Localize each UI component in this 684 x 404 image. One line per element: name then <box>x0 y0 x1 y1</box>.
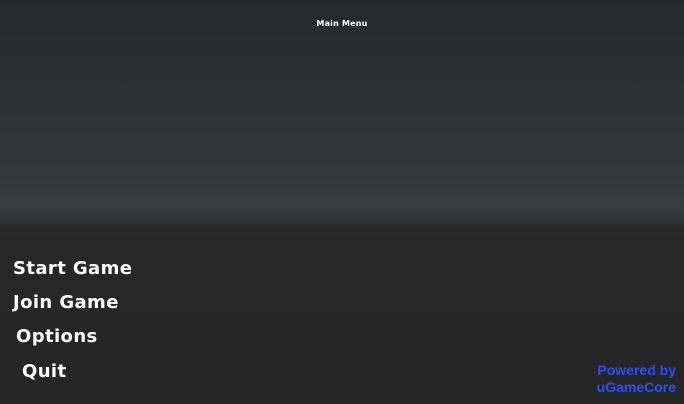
page-title: Main Menu <box>316 19 368 28</box>
join-game-button[interactable]: Join Game <box>13 292 119 313</box>
options-button[interactable]: Options <box>16 326 98 347</box>
credit-line-2: uGameCore <box>596 379 676 395</box>
scene-background <box>0 0 684 404</box>
credit-line-1: Powered by <box>597 362 676 378</box>
powered-by-credit: Powered by uGameCore <box>556 362 676 396</box>
quit-button[interactable]: Quit <box>22 361 67 382</box>
start-game-button[interactable]: Start Game <box>13 258 132 279</box>
